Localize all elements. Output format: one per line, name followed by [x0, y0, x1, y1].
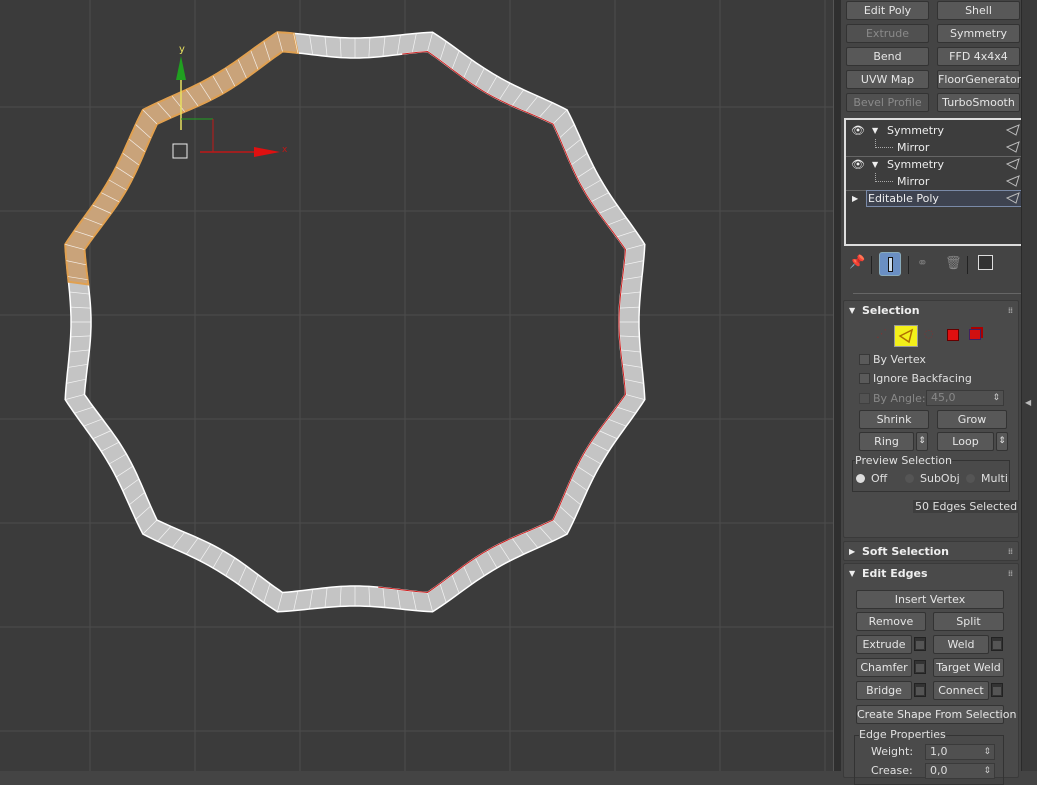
gizmo-y-label: y	[179, 44, 185, 55]
edge-mode-icon[interactable]	[894, 325, 918, 347]
preview-off-radio[interactable]	[856, 474, 865, 483]
modifier-stack[interactable]: 👁 ▼ Symmetry Mirror 👁 ▼ Symmetry Mirror …	[844, 118, 1026, 246]
stack-item-editable-poly[interactable]: ▶ Editable Poly	[846, 190, 1024, 207]
extrude-settings-icon[interactable]	[914, 637, 926, 651]
rollout-header[interactable]: ▼ Selection ⁞⁞	[844, 301, 1018, 321]
preview-multi-radio[interactable]	[966, 474, 975, 483]
modifier-button-ffd-4x4x4[interactable]: FFD 4x4x4	[937, 47, 1020, 66]
chamfer-button[interactable]: Chamfer	[856, 658, 912, 677]
modifier-button-bevel-profile: Bevel Profile	[846, 93, 929, 112]
bridge-settings-icon[interactable]	[914, 683, 926, 697]
tree-line	[875, 139, 893, 148]
modifier-button-bend[interactable]: Bend	[846, 47, 929, 66]
selection-rollout: ▼ Selection ⁞⁞ ⋰ ◌ By Vertex Ignore Backfa…	[843, 300, 1020, 538]
modifier-button-turbosmooth[interactable]: TurboSmooth	[937, 93, 1020, 112]
rollout-header[interactable]: ▼ Edit Edges ⁞⁞	[844, 564, 1018, 584]
rollout-header[interactable]: ▶ Soft Selection ⁞⁞	[844, 542, 1018, 562]
modifier-button-shell[interactable]: Shell	[937, 1, 1020, 20]
by-angle-checkbox	[859, 393, 870, 404]
by-vertex-checkbox[interactable]	[859, 354, 870, 365]
angle-spinner: 45,0	[926, 390, 1004, 406]
loop-spinner[interactable]: ⇕	[996, 432, 1008, 451]
preview-subobj-radio[interactable]	[905, 474, 914, 483]
grow-button[interactable]: Grow	[937, 410, 1007, 429]
expand-arrow-icon[interactable]: ▶	[852, 190, 858, 207]
panel-scrollbar[interactable]: ◀	[1021, 0, 1037, 771]
show-end-result-icon[interactable]	[879, 252, 901, 276]
edit-edges-rollout: ▼ Edit Edges ⁞⁞ Insert Vertex Remove Split…	[843, 563, 1019, 785]
modifier-button-symmetry[interactable]: Symmetry	[937, 24, 1020, 43]
remove-button[interactable]: Remove	[856, 612, 926, 631]
element-mode-icon[interactable]	[969, 329, 981, 340]
bridge-button[interactable]: Bridge	[856, 681, 912, 700]
symmetry-seam	[378, 51, 626, 593]
configure-modifier-sets-icon[interactable]	[978, 255, 993, 270]
stack-item-symmetry[interactable]: 👁 ▼ Symmetry	[846, 122, 1024, 139]
weld-settings-icon[interactable]	[991, 637, 1003, 651]
triangle-icon	[1006, 192, 1020, 204]
modifier-button-uvw-map[interactable]: UVW Map	[846, 70, 929, 89]
connect-button[interactable]: Connect	[933, 681, 989, 700]
modifier-button-extrude: Extrude	[846, 24, 929, 43]
chamfer-settings-icon[interactable]	[914, 660, 926, 674]
weight-spinner[interactable]: 1,0	[925, 744, 995, 760]
eye-icon[interactable]: 👁	[851, 122, 865, 139]
triangle-icon	[1006, 124, 1020, 136]
eye-icon[interactable]: 👁	[851, 156, 865, 173]
shrink-button[interactable]: Shrink	[859, 410, 929, 429]
make-unique-icon[interactable]: ⚭	[917, 256, 928, 271]
vertex-mode-icon[interactable]: ⋰	[876, 327, 887, 340]
weld-button[interactable]: Weld	[933, 635, 989, 654]
border-mode-icon[interactable]: ◌	[924, 327, 934, 340]
viewport-canvas[interactable]: yx	[0, 0, 833, 771]
gizmo-y-arrow	[176, 56, 186, 80]
ring-spinner[interactable]: ⇕	[916, 432, 928, 451]
gizmo-x-label: x	[282, 145, 288, 155]
viewport[interactable]: yx	[0, 0, 833, 771]
selection-status: 50 Edges Selected	[913, 500, 1020, 513]
triangle-icon	[1006, 175, 1020, 187]
stack-item-mirror[interactable]: Mirror	[846, 139, 1024, 156]
pin-stack-icon[interactable]: 📌	[849, 255, 865, 270]
target-weld-button[interactable]: Target Weld	[933, 658, 1004, 677]
edge-properties-group: Edge Properties Weight: 1,0 Crease: 0,0	[854, 728, 1004, 785]
triangle-icon	[1006, 141, 1020, 153]
preview-selection-group: Preview Selection Off SubObj Multi	[852, 454, 1010, 492]
ring-button[interactable]: Ring	[859, 432, 914, 451]
triangle-icon	[1006, 158, 1020, 170]
collapse-arrow-icon[interactable]: ▼	[872, 122, 878, 139]
insert-vertex-button[interactable]: Insert Vertex	[856, 590, 1004, 609]
polygon-mode-icon[interactable]	[947, 329, 959, 341]
panel-divider[interactable]	[833, 0, 841, 771]
soft-selection-rollout[interactable]: ▶ Soft Selection ⁞⁞	[843, 541, 1019, 561]
loop-button[interactable]: Loop	[937, 432, 994, 451]
connect-settings-icon[interactable]	[991, 683, 1003, 697]
crease-spinner[interactable]: 0,0	[925, 763, 995, 779]
command-panel: Edit Poly Shell Extrude Symmetry Bend FFD 4x4…	[841, 0, 1026, 785]
ignore-backfacing-checkbox[interactable]	[859, 373, 870, 384]
gizmo-x-arrow	[254, 147, 280, 157]
modifier-button-floorgenerator[interactable]: FloorGenerator	[937, 70, 1021, 89]
stack-item-mirror[interactable]: Mirror	[846, 173, 1024, 190]
create-shape-button[interactable]: Create Shape From Selection	[856, 705, 1016, 724]
extrude-button[interactable]: Extrude	[856, 635, 912, 654]
remove-modifier-icon[interactable]: 🗑	[945, 256, 962, 271]
tree-line	[875, 173, 893, 182]
split-button[interactable]: Split	[933, 612, 1004, 631]
collapse-arrow-icon[interactable]: ▼	[872, 156, 878, 173]
stack-item-symmetry[interactable]: 👁 ▼ Symmetry	[846, 156, 1024, 173]
gizmo-center-box	[172, 143, 188, 159]
separator-grip[interactable]	[853, 293, 1023, 294]
modifier-button-edit-poly[interactable]: Edit Poly	[846, 1, 929, 20]
